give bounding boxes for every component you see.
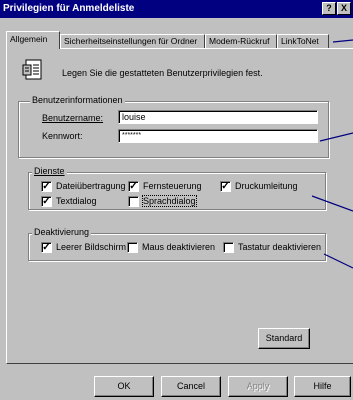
tab-allgemein[interactable]: Allgemein xyxy=(6,31,60,49)
callout-lines xyxy=(311,39,353,269)
